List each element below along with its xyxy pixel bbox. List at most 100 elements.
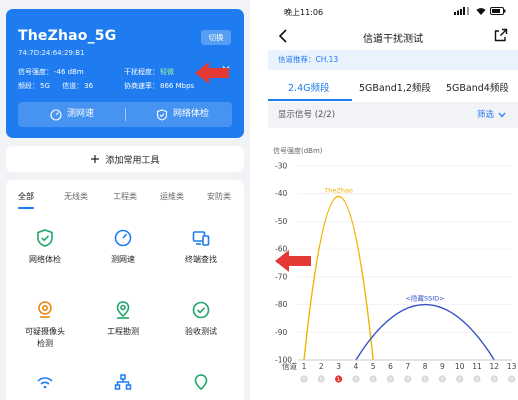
x-tick-label: 10 bbox=[455, 362, 465, 371]
signal-label: 信号强度： bbox=[18, 68, 53, 76]
cell-signal-icon bbox=[454, 7, 469, 15]
shield-check-icon bbox=[156, 108, 168, 121]
band-value: 5G bbox=[40, 82, 50, 90]
status-icons bbox=[454, 7, 506, 15]
channel-marker-count: 0 bbox=[458, 377, 461, 383]
tool-label-line: 检测 bbox=[37, 339, 53, 348]
channel-marker-count: 0 bbox=[354, 377, 357, 383]
title-bar: 信道干扰测试 bbox=[268, 22, 518, 50]
x-tick-label: 6 bbox=[388, 362, 393, 371]
devices-icon bbox=[192, 231, 210, 246]
share-icon[interactable] bbox=[494, 28, 508, 42]
band-label: 频段： bbox=[18, 82, 39, 90]
channel-marker-count: 1 bbox=[337, 377, 340, 383]
tool-label: 测网速 bbox=[111, 255, 135, 264]
x-axis: 信道 102031405060708090100110120130 bbox=[282, 359, 517, 383]
add-common-tools-button[interactable]: 添加常用工具 bbox=[6, 146, 244, 172]
channel-marker-count: 0 bbox=[510, 377, 513, 383]
speedometer-icon bbox=[50, 108, 62, 121]
interference-stat: 干扰程度：轻微 bbox=[124, 67, 174, 77]
channel-marker-count: 0 bbox=[372, 377, 375, 383]
signal-value: -46 dBm bbox=[54, 68, 84, 76]
tool-label: 验收测试 bbox=[185, 327, 217, 336]
tab-wireless[interactable]: 无线类 bbox=[64, 191, 88, 202]
band-tab-underline bbox=[268, 99, 352, 101]
shield-check-icon bbox=[37, 229, 53, 247]
y-tick-label: -30 bbox=[275, 162, 287, 171]
check-circle-icon bbox=[192, 301, 210, 319]
tool-acceptance-test[interactable]: 验收测试 bbox=[166, 300, 236, 338]
channel-marker-count: 0 bbox=[441, 377, 444, 383]
wifi-icon[interactable] bbox=[35, 373, 55, 393]
location-pin-icon bbox=[116, 301, 130, 319]
tool-label: 终端查找 bbox=[185, 255, 217, 264]
x-axis-label: 信道 bbox=[282, 361, 297, 371]
x-tick-label: 2 bbox=[319, 362, 324, 371]
topology-icon[interactable] bbox=[113, 373, 133, 393]
filter-button[interactable]: 筛选 bbox=[477, 102, 506, 128]
tool-engineering-survey[interactable]: 工程勘测 bbox=[88, 300, 158, 338]
right-screen: 晚上11:06 信道干扰测试 信道推荐：CH.13 2.4G频段 5GBand1… bbox=[268, 0, 518, 400]
grid bbox=[298, 165, 512, 361]
channel-marker-count: 0 bbox=[424, 377, 427, 383]
red-arrow-icon bbox=[195, 62, 229, 84]
tool-speed-test[interactable]: 测网速 bbox=[88, 228, 158, 266]
tool-label: 网络体检 bbox=[29, 255, 61, 264]
plus-icon bbox=[91, 155, 100, 163]
interference-label: 干扰程度： bbox=[124, 68, 159, 76]
tab-band-5g-4[interactable]: 5GBand4频段 bbox=[446, 80, 509, 94]
add-tools-label: 添加常用工具 bbox=[105, 155, 160, 166]
tab-band-5g-12[interactable]: 5GBand1,2频段 bbox=[359, 80, 431, 94]
channel-marker-count: 0 bbox=[389, 377, 392, 383]
x-tick-label: 4 bbox=[354, 362, 359, 371]
location-check-icon[interactable] bbox=[191, 373, 211, 393]
channel-value: 36 bbox=[84, 82, 94, 90]
tab-underline bbox=[18, 207, 34, 209]
red-arrow-icon bbox=[275, 250, 311, 272]
tool-label: 工程勘测 bbox=[107, 327, 139, 336]
rate-value: 866 Mbps bbox=[160, 82, 195, 90]
tab-operations[interactable]: 运维类 bbox=[160, 191, 184, 202]
series: TheZhao <隐藏SSID> bbox=[303, 186, 495, 361]
channel-marker-count: 0 bbox=[475, 377, 478, 383]
rate-label: 协商速率： bbox=[124, 82, 159, 90]
wifi-icon bbox=[476, 8, 486, 15]
band-tabs: 2.4G频段 5GBand1,2频段 5GBand4频段 bbox=[268, 72, 518, 102]
tools-panel: 全部 无线类 工程类 运维类 安防类 网络体检 测网速 终端查找 可疑摄像头检测… bbox=[6, 180, 244, 400]
tool-terminal-find[interactable]: 终端查找 bbox=[166, 228, 236, 266]
tab-all[interactable]: 全部 bbox=[18, 191, 34, 202]
tab-engineering[interactable]: 工程类 bbox=[113, 191, 137, 202]
speedometer-icon bbox=[114, 229, 132, 247]
filter-row: 显示信号 (2/2) 筛选 bbox=[268, 102, 518, 128]
x-tick-label: 11 bbox=[472, 362, 482, 371]
battery-icon bbox=[490, 7, 506, 15]
channel-label: 信道： bbox=[62, 82, 84, 90]
x-tick-label: 13 bbox=[507, 362, 517, 371]
category-tabs: 全部 无线类 工程类 运维类 安防类 bbox=[6, 180, 244, 212]
tab-band-24g[interactable]: 2.4G频段 bbox=[288, 80, 329, 94]
tab-security[interactable]: 安防类 bbox=[207, 191, 231, 202]
x-tick-label: 12 bbox=[490, 362, 500, 371]
signal-stat: 信号强度：-46 dBm bbox=[18, 67, 84, 77]
interference-value: 轻微 bbox=[160, 68, 174, 76]
speed-test-button[interactable]: 测网速 bbox=[50, 102, 94, 127]
tool-label: 可疑摄像头 检测 bbox=[10, 326, 80, 350]
mac-address: 74:7D:24:64:29:B1 bbox=[18, 49, 85, 57]
tool-network-check[interactable]: 网络体检 bbox=[10, 228, 80, 266]
channel-marker-count: 0 bbox=[406, 377, 409, 383]
network-check-button[interactable]: 网络体检 bbox=[156, 102, 209, 127]
y-tick-label: -50 bbox=[275, 217, 287, 226]
divider bbox=[125, 108, 126, 121]
series-curve bbox=[303, 195, 374, 361]
channel-marker-count: 0 bbox=[493, 377, 496, 383]
camera-detect-icon bbox=[38, 301, 52, 318]
x-tick-label: 8 bbox=[423, 362, 428, 371]
tool-label-line: 可疑摄像头 bbox=[25, 327, 65, 336]
tool-camera-detect[interactable]: 可疑摄像头 检测 bbox=[10, 300, 80, 350]
channel-recommendation: 信道推荐：CH.13 bbox=[268, 50, 518, 70]
ssid-name: TheZhao_5G bbox=[18, 28, 117, 44]
y-tick-label: -90 bbox=[275, 328, 287, 337]
x-tick-label: 9 bbox=[440, 362, 445, 371]
switch-network-button[interactable]: 切换 bbox=[201, 30, 231, 45]
page-title: 信道干扰测试 bbox=[363, 34, 423, 45]
